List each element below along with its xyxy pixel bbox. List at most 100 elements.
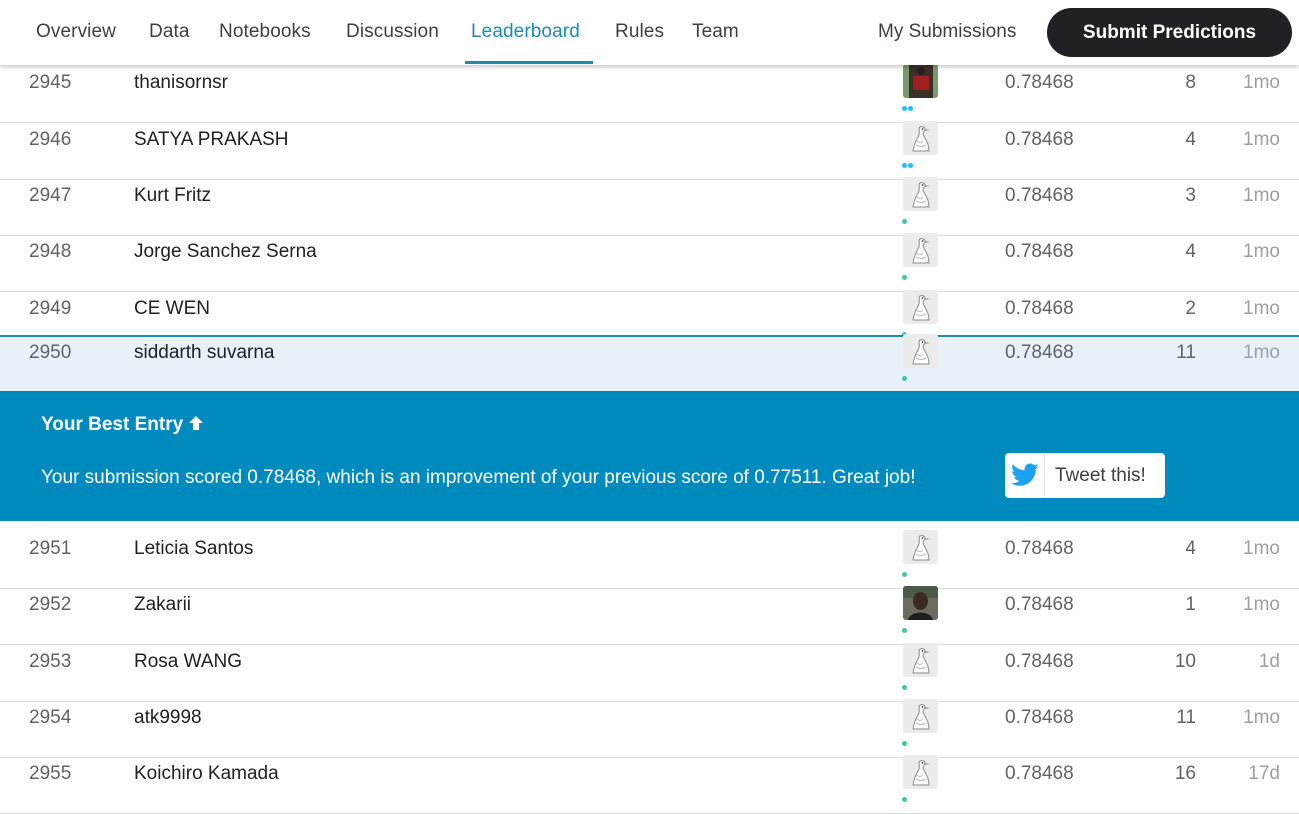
default-goose-avatar-icon[interactable]: [903, 530, 938, 564]
default-goose-avatar-icon[interactable]: [903, 755, 938, 789]
tier-dots-icon: [902, 368, 908, 381]
user-name[interactable]: atk9998: [134, 707, 202, 729]
public-score: 0.78468: [1005, 342, 1074, 363]
tab-overview[interactable]: Overview: [36, 0, 116, 65]
default-goose-avatar-icon[interactable]: [903, 233, 938, 267]
default-goose-avatar-icon[interactable]: [903, 290, 938, 324]
tier-dots-icon: [902, 98, 914, 111]
best-entry-banner: Your Best Entry Your submission scored 0…: [0, 391, 1299, 521]
public-score: 0.78468: [1005, 298, 1074, 319]
tab-discussion[interactable]: Discussion: [346, 0, 439, 65]
user-name[interactable]: Koichiro Kamada: [134, 763, 279, 785]
tweet-button[interactable]: Tweet this!: [1005, 453, 1165, 498]
leaderboard-row: 2948 Jorge Sanchez Serna 0.78468 4 1mo: [0, 233, 1299, 292]
public-score: 0.78468: [1005, 707, 1074, 728]
public-score: 0.78468: [1005, 185, 1074, 206]
last-submission: 1mo: [1243, 707, 1280, 728]
leaderboard-row: 2952 Zakarii 0.78468 1 1mo: [0, 586, 1299, 645]
last-submission: 17d: [1248, 763, 1280, 784]
tab-notebooks[interactable]: Notebooks: [219, 0, 311, 65]
public-score: 0.78468: [1005, 594, 1074, 615]
best-entry-title: Your Best Entry: [41, 414, 205, 436]
tier-dots-icon: [902, 677, 908, 690]
leaderboard-row: 2955 Koichiro Kamada 0.78468 16 17d: [0, 755, 1299, 814]
user-name[interactable]: Zakarii: [134, 594, 191, 616]
default-goose-avatar-icon[interactable]: [903, 643, 938, 677]
last-submission: 1mo: [1243, 72, 1280, 93]
tab-leaderboard[interactable]: Leaderboard: [471, 0, 580, 65]
tab-team[interactable]: Team: [692, 0, 739, 65]
user-photo-avatar[interactable]: [903, 64, 938, 98]
leaderboard-row: 2945 thanisornsr 0.78468 8 1mo: [0, 64, 1299, 123]
entry-count: 4: [1185, 538, 1196, 559]
public-score: 0.78468: [1005, 763, 1074, 784]
rank-number: 2954: [29, 707, 72, 728]
leaderboard-row: 2953 Rosa WANG 0.78468 10 1d: [0, 643, 1299, 702]
rank-number: 2950: [29, 342, 72, 363]
leaderboard-row: 2954 atk9998 0.78468 11 1mo: [0, 699, 1299, 758]
user-name[interactable]: SATYA PRAKASH: [134, 129, 289, 151]
last-submission: 1mo: [1243, 538, 1280, 559]
user-name[interactable]: Leticia Santos: [134, 538, 253, 560]
leaderboard-row: 2951 Leticia Santos 0.78468 4 1mo: [0, 530, 1299, 589]
rank-number: 2953: [29, 651, 72, 672]
tier-dots-icon: [902, 155, 914, 168]
active-tab-indicator: [465, 61, 593, 64]
best-entry-title-text: Your Best Entry: [41, 414, 184, 435]
rank-number: 2948: [29, 241, 72, 262]
tier-dots-icon: [902, 267, 908, 280]
leaderboard-row: 2946 SATYA PRAKASH 0.78468 4 1mo: [0, 121, 1299, 180]
submit-predictions-button[interactable]: Submit Predictions: [1047, 8, 1292, 57]
tier-dots-icon: [902, 733, 908, 746]
default-goose-avatar-icon[interactable]: [903, 121, 938, 155]
tweet-icon-box: [1005, 453, 1045, 498]
last-submission: 1mo: [1243, 298, 1280, 319]
rank-number: 2947: [29, 185, 72, 206]
leaderboard-row: 2947 Kurt Fritz 0.78468 3 1mo: [0, 177, 1299, 236]
last-submission: 1mo: [1243, 241, 1280, 262]
rank-number: 2949: [29, 298, 72, 319]
user-name[interactable]: siddarth suvarna: [134, 342, 274, 364]
rank-number: 2951: [29, 538, 72, 559]
user-name[interactable]: Kurt Fritz: [134, 185, 211, 207]
rank-number: 2955: [29, 763, 72, 784]
competition-nav: Overview Data Notebooks Discussion Leade…: [0, 0, 1299, 65]
public-score: 0.78468: [1005, 538, 1074, 559]
last-submission: 1mo: [1243, 342, 1280, 363]
tweet-button-label: Tweet this!: [1055, 465, 1146, 486]
tier-dots-icon: [902, 324, 908, 337]
user-name[interactable]: Jorge Sanchez Serna: [134, 241, 317, 263]
rank-number: 2946: [29, 129, 72, 150]
entry-count: 4: [1185, 129, 1196, 150]
tab-data[interactable]: Data: [149, 0, 190, 65]
entry-count: 1: [1185, 594, 1196, 615]
entry-count: 11: [1176, 707, 1196, 728]
tab-rules[interactable]: Rules: [615, 0, 664, 65]
entry-count: 8: [1185, 72, 1196, 93]
entry-count: 3: [1185, 185, 1196, 206]
last-submission: 1mo: [1243, 129, 1280, 150]
public-score: 0.78468: [1005, 72, 1074, 93]
public-score: 0.78468: [1005, 129, 1074, 150]
user-photo-avatar[interactable]: [903, 586, 938, 620]
user-name[interactable]: Rosa WANG: [134, 651, 242, 673]
last-submission: 1d: [1258, 651, 1280, 672]
entry-count: 2: [1185, 298, 1196, 319]
default-goose-avatar-icon[interactable]: [903, 334, 938, 368]
last-submission: 1mo: [1243, 594, 1280, 615]
default-goose-avatar-icon[interactable]: [903, 699, 938, 733]
entry-count: 4: [1185, 241, 1196, 262]
default-goose-avatar-icon[interactable]: [903, 177, 938, 211]
arrow-up-icon: [189, 416, 204, 430]
user-name[interactable]: CE WEN: [134, 298, 210, 320]
tier-dots-icon: [902, 564, 908, 577]
tier-dots-icon: [902, 789, 908, 802]
entry-count: 16: [1174, 763, 1196, 784]
twitter-icon: [1011, 463, 1039, 486]
entry-count: 10: [1174, 651, 1196, 672]
my-submissions-link[interactable]: My Submissions: [878, 0, 1016, 65]
public-score: 0.78468: [1005, 651, 1074, 672]
user-name[interactable]: thanisornsr: [134, 72, 228, 94]
rank-number: 2945: [29, 72, 72, 93]
tier-dots-icon: [902, 211, 908, 224]
